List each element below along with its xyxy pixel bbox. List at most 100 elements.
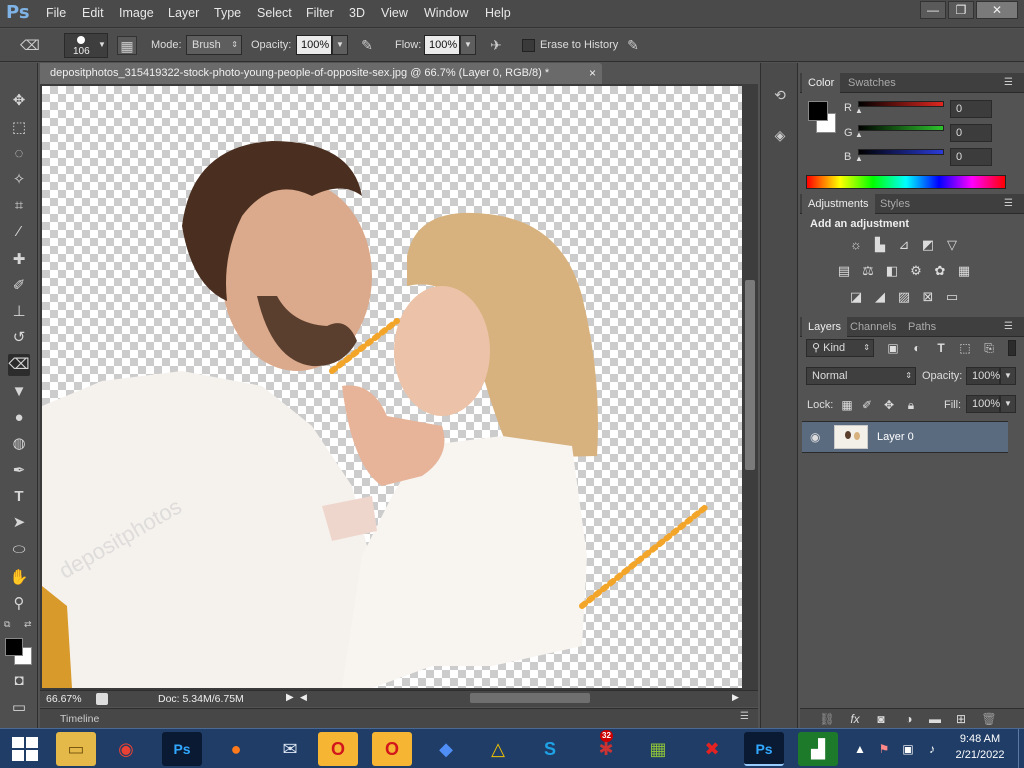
winrar-icon[interactable]: ▦ bbox=[638, 732, 678, 766]
brush-tool-icon[interactable]: ✐ bbox=[8, 275, 30, 297]
clock-time[interactable]: 9:48 AM bbox=[950, 733, 1010, 745]
add-mask-icon[interactable]: ◙ bbox=[872, 710, 890, 728]
eyedropper-tool-icon[interactable]: ⁄ bbox=[8, 221, 30, 243]
hand-tool-icon[interactable]: ✋ bbox=[8, 567, 30, 589]
filter-kind-dropdown[interactable]: ⚲ Kind ⇕ bbox=[806, 339, 874, 357]
network-icon[interactable]: ▣ bbox=[900, 741, 916, 757]
lock-all-icon[interactable]: 🔒︎ bbox=[902, 396, 920, 414]
scroll-left-icon[interactable]: ◀ bbox=[300, 692, 307, 703]
channel-mixer-icon[interactable]: ✿ bbox=[930, 262, 950, 280]
blue-slider[interactable] bbox=[858, 149, 944, 155]
airbrush-icon[interactable]: ✈ bbox=[486, 36, 506, 55]
filter-smart-object-icon[interactable]: ⎘ bbox=[980, 339, 998, 357]
quick-select-tool-icon[interactable]: ✧ bbox=[8, 169, 30, 191]
marquee-tool-icon[interactable]: ⬚ bbox=[8, 117, 30, 139]
firefox-icon[interactable]: ● bbox=[216, 732, 256, 766]
brightness-icon[interactable]: ☼ bbox=[846, 236, 866, 254]
selective-color-icon[interactable]: ⊠ bbox=[918, 288, 938, 306]
document-tab[interactable]: depositphotos_315419322-stock-photo-youn… bbox=[40, 63, 602, 84]
type-tool-icon[interactable]: T bbox=[8, 486, 30, 508]
layer-row[interactable]: ◉ Layer 0 bbox=[802, 421, 1008, 453]
green-slider-handle-icon[interactable]: ▲ bbox=[855, 130, 863, 139]
filter-shape-icon[interactable]: ⬚ bbox=[956, 339, 974, 357]
healing-brush-tool-icon[interactable]: ✚ bbox=[8, 249, 30, 271]
menu-type[interactable]: Type bbox=[214, 6, 241, 20]
panel-menu-icon[interactable]: ☰ bbox=[1004, 198, 1013, 209]
tab-color[interactable]: Color bbox=[802, 73, 841, 93]
chart-icon[interactable]: ▟ bbox=[798, 732, 838, 766]
swap-colors-icon[interactable]: ⇄ bbox=[24, 619, 32, 630]
vibrance-icon[interactable]: ▽ bbox=[942, 236, 962, 254]
zoom-level[interactable]: 66.67% bbox=[46, 693, 82, 705]
crop-tool-icon[interactable]: ⌗ bbox=[8, 195, 30, 217]
photoshop-active-icon[interactable]: Ps bbox=[744, 732, 784, 766]
panel-menu-icon[interactable]: ☰ bbox=[1004, 77, 1013, 88]
tab-channels[interactable]: Channels bbox=[844, 317, 902, 337]
hue-saturation-icon[interactable]: ▤ bbox=[834, 262, 854, 280]
history-brush-tool-icon[interactable]: ↺ bbox=[8, 327, 30, 349]
lock-position-icon[interactable]: ✥ bbox=[880, 396, 898, 414]
close-button[interactable]: ✕ bbox=[976, 1, 1018, 19]
panel-menu-icon[interactable]: ☰ bbox=[1004, 321, 1013, 332]
windows-start-icon[interactable] bbox=[12, 737, 38, 761]
tab-swatches[interactable]: Swatches bbox=[842, 73, 902, 93]
menu-layer[interactable]: Layer bbox=[168, 6, 199, 20]
eraser-tool-icon[interactable]: ⌫ bbox=[8, 354, 30, 376]
layer-name[interactable]: Layer 0 bbox=[877, 431, 914, 443]
threshold-icon[interactable]: ▨ bbox=[894, 288, 914, 306]
tab-paths[interactable]: Paths bbox=[902, 317, 942, 337]
new-layer-icon[interactable]: ⊞ bbox=[952, 710, 970, 728]
menu-filter[interactable]: Filter bbox=[306, 6, 334, 20]
link-layers-icon[interactable]: ⛓ bbox=[818, 710, 836, 728]
tab-adjustments[interactable]: Adjustments bbox=[802, 194, 875, 214]
show-desktop-button[interactable] bbox=[1018, 729, 1024, 768]
3d-panel-icon[interactable]: ◈ bbox=[770, 127, 790, 147]
folder-icon[interactable]: ▭ bbox=[56, 732, 96, 766]
visibility-eye-icon[interactable]: ◉ bbox=[810, 430, 820, 444]
game-icon[interactable]: ✱ 32 bbox=[586, 730, 626, 766]
clock-date[interactable]: 2/21/2022 bbox=[950, 749, 1010, 761]
curves-icon[interactable]: ⊿ bbox=[894, 236, 914, 254]
adjustment-layer-icon[interactable]: ◑ bbox=[900, 710, 918, 728]
avast-icon[interactable]: △ bbox=[478, 732, 518, 766]
blur-tool-icon[interactable]: ● bbox=[8, 407, 30, 429]
menu-select[interactable]: Select bbox=[257, 6, 292, 20]
erase-history-checkbox[interactable] bbox=[522, 39, 535, 52]
pen-tool-icon[interactable]: ✒ bbox=[8, 460, 30, 482]
delete-layer-icon[interactable]: 🗑︎ bbox=[980, 710, 998, 728]
vertical-scroll-thumb[interactable] bbox=[745, 280, 755, 470]
black-white-icon[interactable]: ◧ bbox=[882, 262, 902, 280]
menu-image[interactable]: Image bbox=[119, 6, 154, 20]
horizontal-scroll-thumb[interactable] bbox=[470, 693, 590, 703]
menu-edit[interactable]: Edit bbox=[82, 6, 104, 20]
filter-pixel-icon[interactable]: ▣ bbox=[884, 339, 902, 357]
filter-toggle[interactable] bbox=[1008, 340, 1016, 356]
move-tool-icon[interactable]: ✥ bbox=[8, 90, 30, 112]
invert-icon[interactable]: ◪ bbox=[846, 288, 866, 306]
posterize-icon[interactable]: ◢ bbox=[870, 288, 890, 306]
tab-styles[interactable]: Styles bbox=[874, 194, 916, 214]
opacity-chevron-icon[interactable]: ▼ bbox=[332, 35, 348, 55]
quick-mask-icon[interactable]: ◘ bbox=[8, 670, 30, 692]
timeline-label[interactable]: Timeline bbox=[60, 713, 99, 725]
thunderbird-icon[interactable]: ✉ bbox=[270, 732, 310, 766]
red-slider-handle-icon[interactable]: ▲ bbox=[855, 106, 863, 115]
opera-icon[interactable]: O bbox=[318, 732, 358, 766]
red-value-input[interactable]: 0 bbox=[950, 100, 992, 118]
show-hidden-icons[interactable]: ▲ bbox=[852, 741, 868, 757]
volume-muted-icon[interactable]: ♪ bbox=[924, 741, 940, 757]
color-balance-icon[interactable]: ⚖ bbox=[858, 262, 878, 280]
fill-input[interactable]: 100% bbox=[966, 395, 1000, 413]
filter-type-icon[interactable]: T bbox=[932, 339, 950, 357]
green-slider[interactable] bbox=[858, 125, 944, 131]
lock-image-icon[interactable]: ✐ bbox=[858, 396, 876, 414]
flow-input[interactable]: 100% bbox=[424, 35, 460, 55]
timeline-menu-icon[interactable]: ☰ bbox=[740, 711, 749, 722]
app-icon[interactable]: ◆ bbox=[426, 732, 466, 766]
default-colors-icon[interactable]: ⧉ bbox=[4, 619, 10, 630]
menu-view[interactable]: View bbox=[381, 6, 408, 20]
antivirus-icon[interactable]: ✖ bbox=[692, 732, 732, 766]
opacity-input[interactable]: 100% bbox=[296, 35, 332, 55]
status-menu-arrow-icon[interactable]: ▶ bbox=[286, 692, 294, 703]
color-spectrum-bar[interactable] bbox=[806, 175, 1006, 189]
